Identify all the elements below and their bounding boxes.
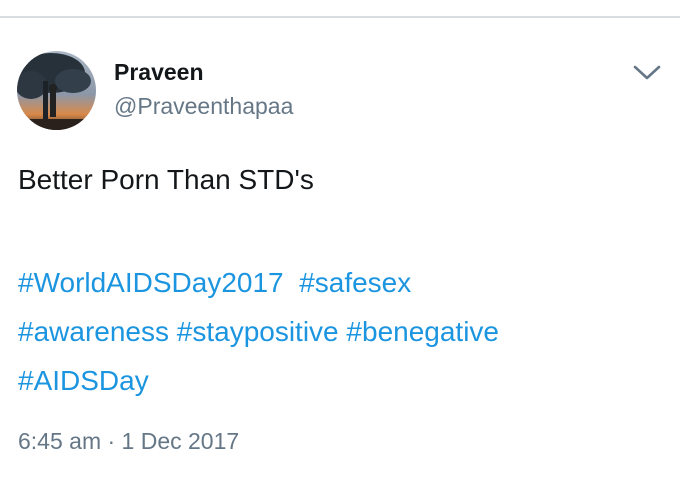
- hashtag-link[interactable]: #AIDSDay: [18, 365, 149, 396]
- hashtag-list: #WorldAIDSDay2017 #safesex #awareness #s…: [18, 258, 668, 405]
- top-divider: [0, 16, 680, 18]
- hashtag-line: #WorldAIDSDay2017 #safesex: [18, 258, 668, 307]
- hashtag-link[interactable]: #WorldAIDSDay2017: [18, 267, 284, 298]
- avatar-image: [17, 51, 96, 130]
- author-handle[interactable]: @Praveenthapaa: [114, 92, 293, 120]
- hashtag-link[interactable]: #safesex: [299, 267, 411, 298]
- chevron-down-icon[interactable]: [630, 62, 664, 84]
- hashtag-link[interactable]: #awareness: [18, 316, 169, 347]
- tweet-text: Better Porn Than STD's: [18, 164, 314, 195]
- hashtag-link[interactable]: #staypositive: [177, 316, 339, 347]
- hashtag-line: #awareness #staypositive #benegative: [18, 307, 668, 356]
- tweet-timestamp[interactable]: 6:45 am · 1 Dec 2017: [18, 426, 239, 456]
- hashtag-link[interactable]: #benegative: [346, 316, 499, 347]
- avatar[interactable]: [17, 51, 96, 130]
- author-display-name[interactable]: Praveen: [114, 58, 204, 86]
- hashtag-line: #AIDSDay: [18, 356, 668, 405]
